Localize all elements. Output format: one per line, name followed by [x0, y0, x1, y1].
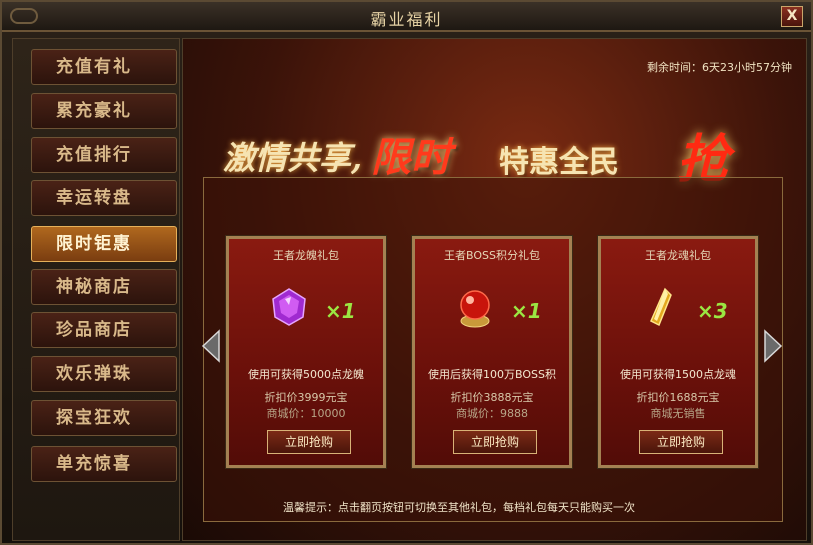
card-description: 使用可获得1500点龙魂 — [620, 368, 736, 381]
card-title: 王者龙魂礼包 — [645, 249, 711, 262]
gold-crystal-icon — [650, 287, 672, 327]
next-page-arrow-icon[interactable] — [763, 329, 783, 363]
buy-now-button[interactable]: 立即抢购 — [267, 430, 351, 454]
red-orb-icon — [460, 290, 490, 328]
discount-price: 折扣价3888元宝 — [450, 391, 534, 404]
banner-text-1: 激情共享, — [223, 139, 363, 177]
sidebar-item-pinball[interactable]: 欢乐弹珠 — [31, 356, 177, 392]
offer-card: 王者龙魂礼包 ×3 使用可获得1500点龙魂 折扣价1688元宝 商城无销售 立… — [597, 235, 759, 469]
item-quantity: ×1 — [511, 299, 542, 323]
prev-page-arrow-icon[interactable] — [201, 329, 221, 363]
title-bar: 霸业福利 X — [2, 2, 811, 32]
offer-card: 王者BOSS积分礼包 ×1 使用后获得100万BOSS积 折扣价3888元宝 商… — [411, 235, 573, 469]
store-price: 商城价：9888 — [456, 407, 528, 420]
buy-now-button[interactable]: 立即抢购 — [453, 430, 537, 454]
card-title: 王者BOSS积分礼包 — [444, 249, 540, 262]
item-quantity: ×3 — [697, 299, 728, 323]
close-button[interactable]: X — [781, 6, 803, 27]
window-title: 霸业福利 — [370, 10, 443, 29]
remaining-time: 剩余时间：6天23小时57分钟 — [647, 61, 792, 74]
discount-price: 折扣价3999元宝 — [264, 391, 348, 404]
banner-text-3: 特惠全民 — [499, 145, 619, 180]
sidebar-item-treasure-hunt[interactable]: 探宝狂欢 — [31, 400, 177, 436]
sidebar: 充值有礼 累充豪礼 充值排行 幸运转盘 限时钜惠 神秘商店 珍品商店 欢乐弹珠 … — [12, 38, 180, 541]
offer-card: 王者龙魄礼包 ×1 使用可获得5000点龙魄 折扣价3999元宝 商城价：100… — [225, 235, 387, 469]
item-quantity: ×1 — [325, 299, 356, 323]
purple-gem-icon — [272, 288, 306, 326]
sidebar-item-lucky-wheel[interactable]: 幸运转盘 — [31, 180, 177, 216]
offers-panel: 王者龙魄礼包 ×1 使用可获得5000点龙魄 折扣价3999元宝 商城价：100… — [203, 177, 783, 522]
store-price: 商城价：10000 — [266, 407, 346, 420]
card-description: 使用可获得5000点龙魄 — [248, 368, 364, 381]
card-description: 使用后获得100万BOSS积 — [428, 368, 556, 381]
banner-text-2: 限时 — [371, 134, 451, 181]
sidebar-item-recharge-rank[interactable]: 充值排行 — [31, 137, 177, 173]
sidebar-item-limited-sale[interactable]: 限时钜惠 — [31, 226, 177, 262]
sidebar-item-mystery-shop[interactable]: 神秘商店 — [31, 269, 177, 305]
buy-now-button[interactable]: 立即抢购 — [639, 430, 723, 454]
discount-price: 折扣价1688元宝 — [636, 391, 720, 404]
sidebar-item-recharge-gift[interactable]: 充值有礼 — [31, 49, 177, 85]
card-title: 王者龙魄礼包 — [273, 249, 339, 262]
welfare-window: 霸业福利 X 充值有礼 累充豪礼 充值排行 幸运转盘 限时钜惠 神秘商店 珍品商… — [0, 0, 813, 545]
store-price: 商城无销售 — [650, 407, 706, 420]
sidebar-item-cumulative-gift[interactable]: 累充豪礼 — [31, 93, 177, 129]
tip-text: 温馨提示：点击翻页按钮可切换至其他礼包，每档礼包每天只能购买一次 — [283, 501, 635, 514]
sidebar-item-single-recharge[interactable]: 单充惊喜 — [31, 446, 177, 482]
sidebar-item-treasure-shop[interactable]: 珍品商店 — [31, 312, 177, 348]
main-panel: 剩余时间：6天23小时57分钟 激情共享, 限时 特惠全民 抢 王者龙魄礼包 ×… — [182, 38, 807, 541]
